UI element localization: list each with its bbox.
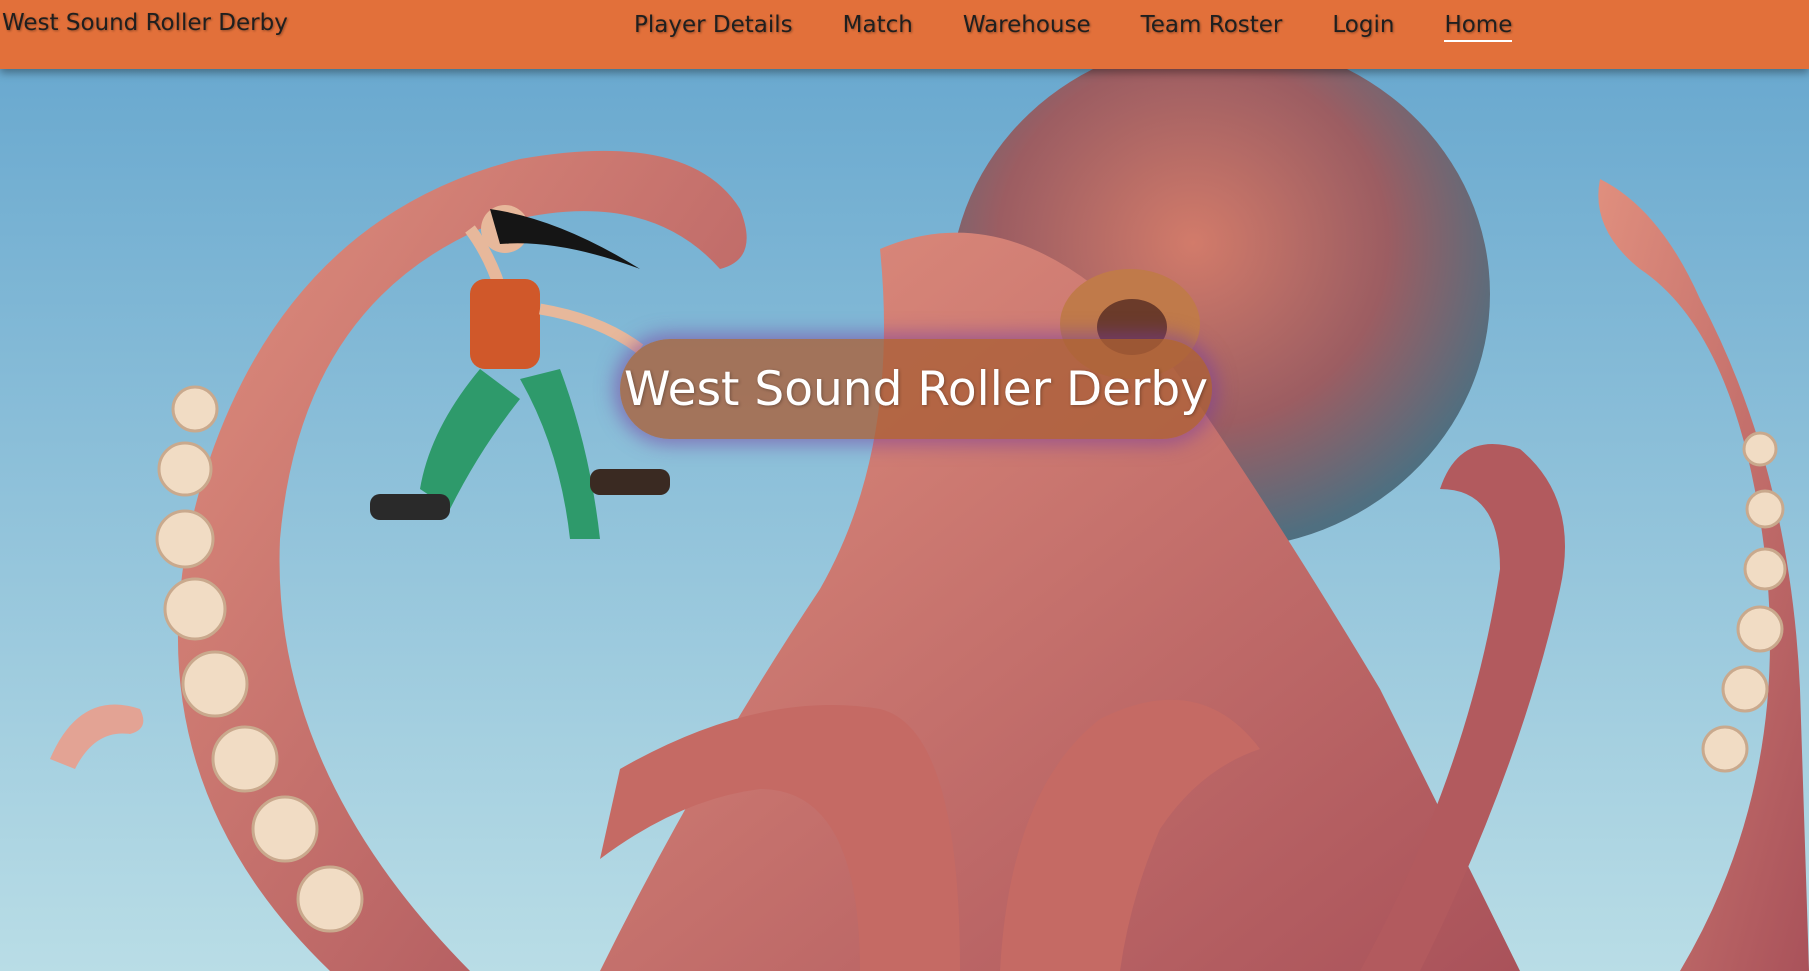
nav-home[interactable]: Home — [1444, 12, 1513, 42]
top-navbar: West Sound Roller Derby Player Details M… — [0, 0, 1809, 69]
nav-team-roster[interactable]: Team Roster — [1141, 12, 1283, 42]
hero-section: West Sound Roller Derby — [0, 69, 1809, 971]
brand-link[interactable]: West Sound Roller Derby — [2, 10, 288, 36]
nav-menu: Player Details Match Warehouse Team Rost… — [634, 12, 1513, 42]
nav-warehouse[interactable]: Warehouse — [963, 12, 1091, 42]
nav-player-details[interactable]: Player Details — [634, 12, 793, 42]
hero-image — [0, 69, 1809, 971]
hero-title: West Sound Roller Derby — [620, 339, 1212, 439]
nav-match[interactable]: Match — [843, 12, 913, 42]
nav-login[interactable]: Login — [1332, 12, 1394, 42]
